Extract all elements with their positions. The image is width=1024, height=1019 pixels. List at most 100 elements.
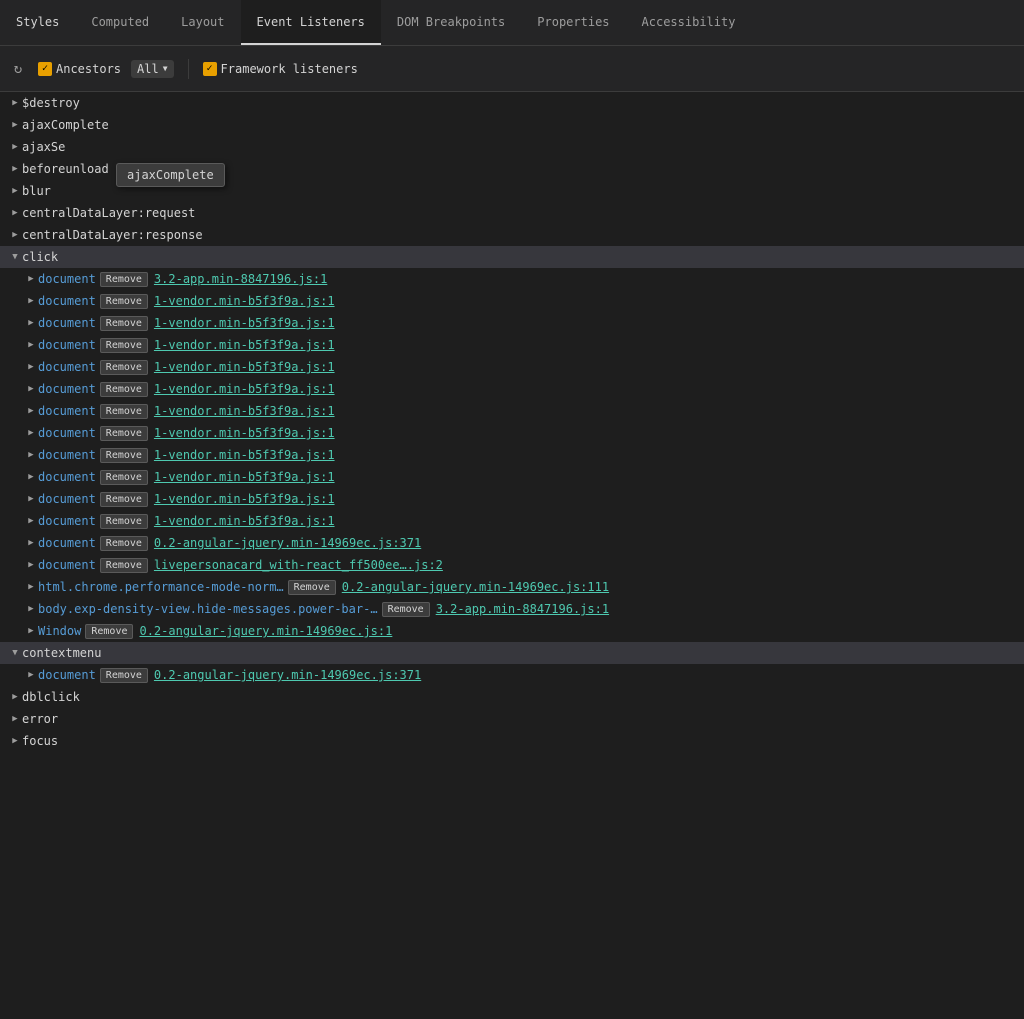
click-node-12: document: [38, 514, 96, 528]
remove-btn-click-15[interactable]: Remove: [288, 580, 336, 595]
event-group-error[interactable]: error: [0, 708, 1024, 730]
child-triangle-15: [24, 582, 38, 592]
click-file-14[interactable]: livepersonacard_with-react_ff500ee….js:2: [154, 558, 443, 572]
remove-btn-click-2[interactable]: Remove: [100, 294, 148, 309]
toolbar: ↻ ✓ Ancestors All ▼ ✓ Framework listener…: [0, 46, 1024, 92]
click-node-8: document: [38, 426, 96, 440]
click-node-2: document: [38, 294, 96, 308]
click-child-3[interactable]: document Remove 1-vendor.min-b5f3f9a.js:…: [0, 312, 1024, 334]
remove-btn-click-7[interactable]: Remove: [100, 404, 148, 419]
click-node-10: document: [38, 470, 96, 484]
click-child-5[interactable]: document Remove 1-vendor.min-b5f3f9a.js:…: [0, 356, 1024, 378]
tab-accessibility[interactable]: Accessibility: [626, 0, 752, 45]
filter-dropdown[interactable]: All ▼: [131, 60, 174, 78]
tab-event-listeners[interactable]: Event Listeners: [241, 0, 381, 45]
click-child-2[interactable]: document Remove 1-vendor.min-b5f3f9a.js:…: [0, 290, 1024, 312]
remove-btn-click-9[interactable]: Remove: [100, 448, 148, 463]
click-file-2[interactable]: 1-vendor.min-b5f3f9a.js:1: [154, 294, 335, 308]
event-group-cdl-request[interactable]: centralDataLayer:request: [0, 202, 1024, 224]
click-file-9[interactable]: 1-vendor.min-b5f3f9a.js:1: [154, 448, 335, 462]
toolbar-separator: [188, 59, 189, 79]
ancestors-checkbox-label[interactable]: ✓ Ancestors: [38, 62, 121, 76]
event-name-ajaxcomplete: ajaxComplete: [22, 118, 109, 132]
child-triangle-8: [24, 428, 38, 438]
click-child-8[interactable]: document Remove 1-vendor.min-b5f3f9a.js:…: [0, 422, 1024, 444]
click-child-1[interactable]: document Remove 3.2-app.min-8847196.js:1: [0, 268, 1024, 290]
filter-dropdown-value: All: [137, 62, 159, 76]
triangle-icon-destroy: [8, 96, 22, 110]
tab-computed[interactable]: Computed: [75, 0, 165, 45]
click-file-11[interactable]: 1-vendor.min-b5f3f9a.js:1: [154, 492, 335, 506]
click-child-7[interactable]: document Remove 1-vendor.min-b5f3f9a.js:…: [0, 400, 1024, 422]
event-group-click[interactable]: click: [0, 246, 1024, 268]
remove-btn-cm-1[interactable]: Remove: [100, 668, 148, 683]
remove-btn-click-1[interactable]: Remove: [100, 272, 148, 287]
event-name-error: error: [22, 712, 58, 726]
event-group-dblclick[interactable]: dblclick: [0, 686, 1024, 708]
click-file-15[interactable]: 0.2-angular-jquery.min-14969ec.js:111: [342, 580, 609, 594]
event-group-ajaxse[interactable]: ajaxSe: [0, 136, 1024, 158]
remove-btn-click-6[interactable]: Remove: [100, 382, 148, 397]
click-child-15[interactable]: html.chrome.performance-mode-norm… Remov…: [0, 576, 1024, 598]
remove-btn-click-4[interactable]: Remove: [100, 338, 148, 353]
click-file-6[interactable]: 1-vendor.min-b5f3f9a.js:1: [154, 382, 335, 396]
click-child-12[interactable]: document Remove 1-vendor.min-b5f3f9a.js:…: [0, 510, 1024, 532]
click-child-13[interactable]: document Remove 0.2-angular-jquery.min-1…: [0, 532, 1024, 554]
tab-properties[interactable]: Properties: [521, 0, 625, 45]
click-file-10[interactable]: 1-vendor.min-b5f3f9a.js:1: [154, 470, 335, 484]
event-name-destroy: $destroy: [22, 96, 80, 110]
event-group-destroy[interactable]: $destroy: [0, 92, 1024, 114]
framework-checkbox-label[interactable]: ✓ Framework listeners: [203, 62, 358, 76]
remove-btn-click-17[interactable]: Remove: [85, 624, 133, 639]
remove-btn-click-16[interactable]: Remove: [382, 602, 430, 617]
click-file-16[interactable]: 3.2-app.min-8847196.js:1: [436, 602, 609, 616]
contextmenu-file-1[interactable]: 0.2-angular-jquery.min-14969ec.js:371: [154, 668, 421, 682]
remove-btn-click-13[interactable]: Remove: [100, 536, 148, 551]
click-file-7[interactable]: 1-vendor.min-b5f3f9a.js:1: [154, 404, 335, 418]
click-file-3[interactable]: 1-vendor.min-b5f3f9a.js:1: [154, 316, 335, 330]
click-child-6[interactable]: document Remove 1-vendor.min-b5f3f9a.js:…: [0, 378, 1024, 400]
click-file-1[interactable]: 3.2-app.min-8847196.js:1: [154, 272, 327, 286]
event-name-cdl-request: centralDataLayer:request: [22, 206, 195, 220]
click-child-11[interactable]: document Remove 1-vendor.min-b5f3f9a.js:…: [0, 488, 1024, 510]
click-child-9[interactable]: document Remove 1-vendor.min-b5f3f9a.js:…: [0, 444, 1024, 466]
remove-btn-click-5[interactable]: Remove: [100, 360, 148, 375]
click-file-13[interactable]: 0.2-angular-jquery.min-14969ec.js:371: [154, 536, 421, 550]
click-child-4[interactable]: document Remove 1-vendor.min-b5f3f9a.js:…: [0, 334, 1024, 356]
click-node-1: document: [38, 272, 96, 286]
event-group-ajaxcomplete[interactable]: ajaxComplete: [0, 114, 1024, 136]
ancestors-checkbox[interactable]: ✓: [38, 62, 52, 76]
click-file-8[interactable]: 1-vendor.min-b5f3f9a.js:1: [154, 426, 335, 440]
tab-layout[interactable]: Layout: [165, 0, 240, 45]
child-triangle-4: [24, 340, 38, 350]
remove-btn-click-14[interactable]: Remove: [100, 558, 148, 573]
tab-styles[interactable]: Styles: [0, 0, 75, 45]
click-child-10[interactable]: document Remove 1-vendor.min-b5f3f9a.js:…: [0, 466, 1024, 488]
click-child-16[interactable]: body.exp-density-view.hide-messages.powe…: [0, 598, 1024, 620]
event-group-contextmenu[interactable]: contextmenu: [0, 642, 1024, 664]
click-node-3: document: [38, 316, 96, 330]
framework-checkbox[interactable]: ✓: [203, 62, 217, 76]
triangle-icon-contextmenu: [8, 646, 22, 660]
event-group-focus[interactable]: focus: [0, 730, 1024, 752]
event-listeners-panel[interactable]: $destroy ajaxComplete ajaxSe beforeunloa…: [0, 92, 1024, 1019]
click-file-5[interactable]: 1-vendor.min-b5f3f9a.js:1: [154, 360, 335, 374]
child-triangle-17: [24, 626, 38, 636]
contextmenu-child-1[interactable]: document Remove 0.2-angular-jquery.min-1…: [0, 664, 1024, 686]
remove-btn-click-11[interactable]: Remove: [100, 492, 148, 507]
click-node-17: Window: [38, 624, 81, 638]
refresh-button[interactable]: ↻: [8, 59, 28, 79]
click-child-14[interactable]: document Remove livepersonacard_with-rea…: [0, 554, 1024, 576]
remove-btn-click-3[interactable]: Remove: [100, 316, 148, 331]
event-group-cdl-response[interactable]: centralDataLayer:response: [0, 224, 1024, 246]
click-child-17[interactable]: Window Remove 0.2-angular-jquery.min-149…: [0, 620, 1024, 642]
click-file-17[interactable]: 0.2-angular-jquery.min-14969ec.js:1: [139, 624, 392, 638]
click-file-12[interactable]: 1-vendor.min-b5f3f9a.js:1: [154, 514, 335, 528]
tab-dom-breakpoints[interactable]: DOM Breakpoints: [381, 0, 521, 45]
triangle-icon-focus: [8, 734, 22, 748]
click-file-4[interactable]: 1-vendor.min-b5f3f9a.js:1: [154, 338, 335, 352]
remove-btn-click-10[interactable]: Remove: [100, 470, 148, 485]
remove-btn-click-8[interactable]: Remove: [100, 426, 148, 441]
remove-btn-click-12[interactable]: Remove: [100, 514, 148, 529]
click-node-13: document: [38, 536, 96, 550]
